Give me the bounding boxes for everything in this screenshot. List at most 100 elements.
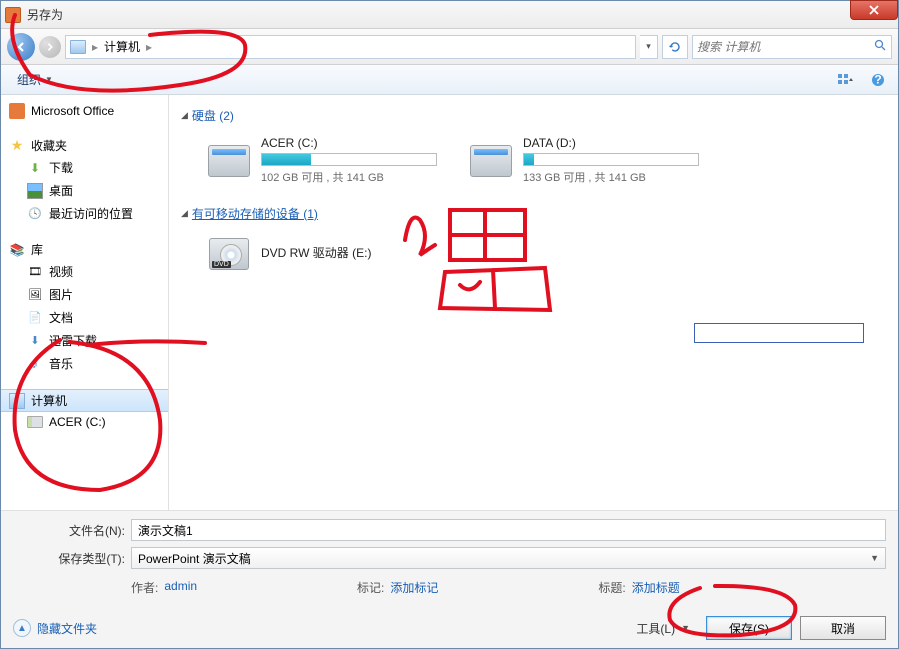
filename-input[interactable] bbox=[131, 519, 886, 541]
tools-button[interactable]: 工具(L) ▼ bbox=[636, 620, 690, 637]
drive-icon bbox=[27, 416, 43, 428]
sidebar-label: ACER (C:) bbox=[49, 415, 106, 429]
location-dropdown[interactable]: ▾ bbox=[640, 35, 658, 59]
refresh-button[interactable] bbox=[662, 35, 688, 59]
office-icon bbox=[9, 103, 25, 119]
desktop-icon bbox=[27, 183, 43, 199]
group-header-hdd[interactable]: ◢ 硬盘 (2) bbox=[181, 103, 886, 128]
tags-value[interactable]: 添加标记 bbox=[390, 579, 438, 596]
recent-icon bbox=[27, 206, 43, 222]
bottom-panel: 文件名(N): 保存类型(T): PowerPoint 演示文稿 ▼ 作者: a… bbox=[1, 510, 898, 648]
toolbar: 组织 ▼ ? bbox=[1, 65, 898, 95]
sidebar-item-recent[interactable]: 最近访问的位置 bbox=[1, 202, 168, 225]
window-title: 另存为 bbox=[27, 6, 63, 23]
sidebar-header-favorites[interactable]: 收藏夹 bbox=[1, 135, 168, 156]
search-icon bbox=[874, 39, 887, 55]
group-label: 有可移动存储的设备 (1) bbox=[192, 205, 318, 222]
video-icon bbox=[27, 264, 43, 280]
nav-bar: ▸ 计算机 ▸ ▾ bbox=[1, 29, 898, 65]
usage-bar bbox=[523, 153, 699, 166]
sidebar-label: 下载 bbox=[49, 159, 73, 176]
sidebar-label: 视频 bbox=[49, 263, 73, 280]
app-icon bbox=[5, 7, 21, 23]
drive-item-dvd[interactable]: DVD RW 驱动器 (E:) bbox=[201, 230, 441, 278]
view-options-button[interactable] bbox=[834, 70, 858, 90]
breadcrumb-location: 计算机 bbox=[104, 38, 140, 55]
sidebar-item-xunlei[interactable]: 迅雷下载 bbox=[1, 329, 168, 352]
sidebar-item-downloads[interactable]: 下载 bbox=[1, 156, 168, 179]
collapse-icon: ◢ bbox=[181, 110, 188, 121]
search-box[interactable] bbox=[692, 35, 892, 59]
nav-back-button[interactable] bbox=[7, 33, 35, 61]
chevron-down-icon: ▼ bbox=[45, 75, 53, 84]
hide-folders-label: 隐藏文件夹 bbox=[37, 620, 97, 637]
filetype-label: 保存类型(T): bbox=[13, 550, 131, 567]
drive-name: DVD RW 驱动器 (E:) bbox=[261, 244, 437, 261]
organize-label: 组织 bbox=[17, 71, 41, 88]
tools-label: 工具(L) bbox=[636, 620, 675, 637]
sidebar-item-office[interactable]: Microsoft Office bbox=[1, 101, 168, 121]
sidebar-item-music[interactable]: 音乐 bbox=[1, 352, 168, 375]
nav-forward-button[interactable] bbox=[39, 36, 61, 58]
cancel-label: 取消 bbox=[831, 620, 855, 637]
titlebar: 另存为 bbox=[1, 1, 898, 29]
sidebar-label: 桌面 bbox=[49, 182, 73, 199]
filename-label: 文件名(N): bbox=[13, 522, 131, 539]
drive-item-c[interactable]: ACER (C:) 102 GB 可用 , 共 141 GB bbox=[201, 132, 441, 189]
dvd-icon bbox=[205, 234, 253, 274]
drive-name: DATA (D:) bbox=[523, 136, 699, 150]
group-label: 硬盘 (2) bbox=[192, 107, 234, 124]
sidebar-item-videos[interactable]: 视频 bbox=[1, 260, 168, 283]
sidebar-label: 收藏夹 bbox=[31, 137, 67, 154]
sidebar-item-drive-c[interactable]: ACER (C:) bbox=[1, 412, 168, 432]
computer-icon bbox=[9, 393, 25, 409]
computer-icon bbox=[70, 40, 86, 54]
tags-label: 标记: bbox=[357, 579, 384, 596]
search-input[interactable] bbox=[697, 40, 874, 54]
content-area: ◢ 硬盘 (2) ACER (C:) 102 GB 可用 , 共 141 GB … bbox=[169, 95, 898, 510]
sidebar-item-desktop[interactable]: 桌面 bbox=[1, 179, 168, 202]
organize-button[interactable]: 组织 ▼ bbox=[9, 67, 61, 92]
sidebar-label: 文档 bbox=[49, 309, 73, 326]
sidebar-label: 库 bbox=[31, 241, 43, 258]
sidebar-label: Microsoft Office bbox=[31, 104, 114, 118]
star-icon bbox=[9, 138, 25, 154]
save-label: 保存(S) bbox=[729, 620, 769, 637]
sidebar-item-pictures[interactable]: 图片 bbox=[1, 283, 168, 306]
sidebar-item-computer[interactable]: 计算机 bbox=[1, 389, 168, 412]
save-button[interactable]: 保存(S) bbox=[706, 616, 792, 640]
close-button[interactable] bbox=[850, 0, 898, 20]
sidebar-label: 最近访问的位置 bbox=[49, 205, 133, 222]
sidebar-label: 迅雷下载 bbox=[49, 332, 97, 349]
music-icon bbox=[27, 356, 43, 372]
chevron-down-icon: ▼ bbox=[870, 553, 879, 563]
hdd-icon bbox=[205, 141, 253, 181]
title-value[interactable]: 添加标题 bbox=[632, 579, 680, 596]
drive-stats: 102 GB 可用 , 共 141 GB bbox=[261, 169, 437, 185]
sidebar-item-documents[interactable]: 文档 bbox=[1, 306, 168, 329]
chevron-down-icon: ▼ bbox=[681, 623, 690, 633]
breadcrumb-sep-icon: ▸ bbox=[146, 40, 152, 54]
breadcrumb[interactable]: ▸ 计算机 ▸ bbox=[65, 35, 636, 59]
filetype-combo[interactable]: PowerPoint 演示文稿 ▼ bbox=[131, 547, 886, 569]
help-button[interactable]: ? bbox=[866, 70, 890, 90]
drive-item-d[interactable]: DATA (D:) 133 GB 可用 , 共 141 GB bbox=[463, 132, 703, 189]
hdd-icon bbox=[467, 141, 515, 181]
chevron-up-icon bbox=[13, 619, 31, 637]
hide-folders-button[interactable]: 隐藏文件夹 bbox=[13, 619, 97, 637]
document-icon bbox=[27, 310, 43, 326]
author-label: 作者: bbox=[131, 579, 158, 596]
group-header-removable[interactable]: ◢ 有可移动存储的设备 (1) bbox=[181, 201, 886, 226]
rename-input[interactable] bbox=[694, 323, 864, 343]
xunlei-icon bbox=[27, 333, 43, 349]
sidebar: Microsoft Office 收藏夹 下载 桌面 最近访问的位置 库 视频 … bbox=[1, 95, 169, 510]
cancel-button[interactable]: 取消 bbox=[800, 616, 886, 640]
sidebar-header-libraries[interactable]: 库 bbox=[1, 239, 168, 260]
sidebar-label: 计算机 bbox=[31, 392, 67, 409]
drive-name: ACER (C:) bbox=[261, 136, 437, 150]
filetype-value: PowerPoint 演示文稿 bbox=[138, 550, 251, 567]
breadcrumb-sep-icon: ▸ bbox=[92, 40, 98, 54]
library-icon bbox=[9, 242, 25, 258]
author-value[interactable]: admin bbox=[164, 579, 197, 596]
sidebar-label: 音乐 bbox=[49, 355, 73, 372]
